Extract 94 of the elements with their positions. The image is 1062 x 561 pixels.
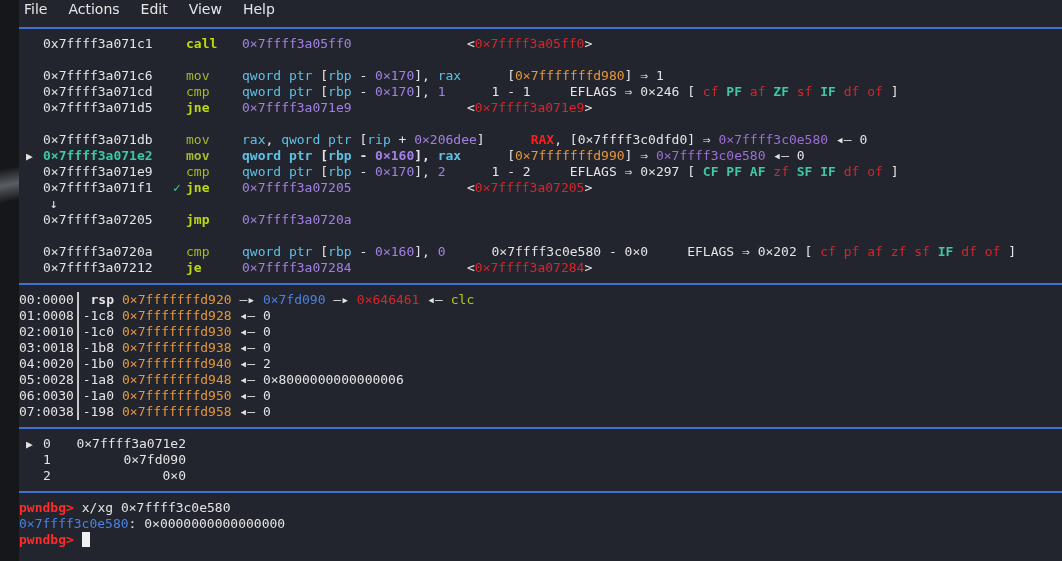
prompt: pwndbg> <box>19 532 74 548</box>
mnemonic: mov <box>186 68 210 83</box>
stack-index: 03:0018 <box>19 340 75 356</box>
mnemonic: cmp <box>186 244 210 259</box>
current-marker: ▶ <box>26 150 33 163</box>
instruction-comment: [0×7fffffffd990] ⇒ 0×7ffff3c0e580 ◂— 0 <box>507 148 805 164</box>
operands: qword ptr [rbp - 0×160], rax <box>242 148 462 163</box>
instruction-address: 0×7ffff3a071e9 <box>43 164 153 179</box>
stack-index: 00:0000 <box>19 292 75 308</box>
stack-value: ◂— 2 <box>238 356 271 372</box>
frame-index: 2 <box>43 468 52 484</box>
instruction-address: 0x7ffff3a071c1 <box>43 36 153 51</box>
stack-offset: -1a0 <box>77 388 114 404</box>
stack-address: 0×7fffffffd950 <box>122 388 232 404</box>
stack-offset: -1b0 <box>77 356 114 372</box>
menu-item[interactable]: Help <box>237 0 283 20</box>
mnemonic: cmp <box>186 164 210 179</box>
instruction-comment: <0×7ffff3a071e9> <box>467 100 593 116</box>
stack-value: —▸ 0×7fd090 —▸ 0×646461 ◂— clc <box>238 292 475 308</box>
stack-value: ◂— 0 <box>238 324 271 340</box>
mnemonic: jne <box>186 100 210 115</box>
stack-index: 06:0030 <box>19 388 75 404</box>
stack-address: 0×7fffffffd938 <box>122 340 232 356</box>
instruction-address: 0×7ffff3a071e2 <box>43 148 153 163</box>
stack-index: 04:0020 <box>19 356 75 372</box>
instruction-address: 0×7ffff3a071db <box>43 132 153 147</box>
instruction-comment: [0×7fffffffd980] ⇒ 1 <box>507 68 664 84</box>
stack-address: 0×7fffffffd930 <box>122 324 232 340</box>
stack-value: ◂— 0×8000000000000006 <box>238 372 404 388</box>
instruction-address: 0×7ffff3a071f1 <box>43 180 153 195</box>
stack-address: 0×7fffffffd928 <box>122 308 232 324</box>
stack-offset: -198 <box>77 404 114 420</box>
operands: 0×7ffff3a071e9 <box>242 100 352 115</box>
stack-value: ◂— 0 <box>238 308 271 324</box>
command-text: x/xg 0×7ffff3c0e580 <box>81 500 231 516</box>
mnemonic: call <box>186 36 218 51</box>
instruction-address: 0×7ffff3a071d5 <box>43 100 153 115</box>
stack-offset: -1c0 <box>77 324 114 340</box>
frame-index: 1 <box>43 452 52 468</box>
instruction-address: 0×7ffff3a0720a <box>43 244 153 259</box>
instruction-comment: 1 - 1 EFLAGS ⇒ 0×246 [ cf PF af ZF sf IF df of ] <box>491 84 899 100</box>
stack-address: 0×7fffffffd958 <box>122 404 232 420</box>
operands: 0×7ffff3a07284 <box>242 260 352 275</box>
operands: 0×7ffff3a05ff0 <box>242 36 352 51</box>
operands: qword ptr [rbp - 0×170], rax <box>242 68 462 83</box>
prompt: pwndbg> <box>19 500 74 516</box>
menu-item[interactable]: File <box>19 0 56 20</box>
stack-value: ◂— 0 <box>238 340 271 356</box>
stack-index: 02:0010 <box>19 324 75 340</box>
instruction-comment: 0×7ffff3c0e580 - 0×0 EFLAGS ⇒ 0×202 [ cf pf af zf sf IF df of ] <box>491 244 1016 260</box>
instruction-comment: <0×7ffff3a05ff0> <box>467 36 593 52</box>
mnemonic: mov <box>186 148 210 163</box>
instruction-comment: RAX, [0×7ffff3c0dfd0] ⇒ 0×7ffff3c0e580 ◂— 0 <box>530 132 868 148</box>
instruction-address: 0×7ffff3a071cd <box>43 84 153 99</box>
stack-address: 0×7fffffffd948 <box>122 372 232 388</box>
frame-index: 0 <box>43 436 52 452</box>
menu-item[interactable]: Actions <box>63 0 128 20</box>
jump-arrow: ↓ <box>49 196 58 212</box>
frame-address: 0×0 <box>162 468 186 483</box>
stack-index: 01:0008 <box>19 308 75 324</box>
stack-offset: -1a8 <box>77 372 114 388</box>
instruction-comment: <0×7ffff3a07284> <box>467 260 593 276</box>
operands: qword ptr [rbp - 0×160], 0 <box>242 244 446 259</box>
stack-index: 07:0038 <box>19 404 75 420</box>
frame-address: 0×7fd090 <box>123 452 186 467</box>
operands: qword ptr [rbp - 0×170], 1 <box>242 84 446 99</box>
branch-taken-icon: ✓ <box>173 180 181 195</box>
stack-value: ◂— 0 <box>238 404 271 420</box>
operands: 0×7ffff3a07205 <box>242 180 352 195</box>
stack-address: 0×7fffffffd940 <box>122 356 232 372</box>
frame-marker: ▶ <box>26 438 33 451</box>
mnemonic: mov <box>186 132 210 147</box>
mnemonic: je <box>186 260 202 275</box>
instruction-address: 0×7ffff3a07212 <box>43 260 153 275</box>
stack-address: 0×7fffffffd920 <box>122 292 232 308</box>
operands: qword ptr [rbp - 0×170], 2 <box>242 164 446 179</box>
mnemonic: jne <box>186 180 210 195</box>
instruction-address: 0×7ffff3a07205 <box>43 212 153 227</box>
stack-value: ◂— 0 <box>238 388 271 404</box>
frame-address: 0×7ffff3a071e2 <box>76 436 186 451</box>
operands: 0×7ffff3a0720a <box>242 212 352 227</box>
stack-offset: -1c8 <box>77 308 114 324</box>
menu-item[interactable]: Edit <box>135 0 176 20</box>
instruction-comment: <0×7ffff3a07205> <box>467 180 593 196</box>
stack-offset: -1b8 <box>77 340 114 356</box>
mnemonic: cmp <box>186 84 210 99</box>
mnemonic: jmp <box>186 212 210 227</box>
stack-offset: rsp <box>77 292 114 308</box>
command-output: 0×7ffff3c0e580: 0×0000000000000000 <box>19 516 286 532</box>
operands: rax, qword ptr [rip + 0×206dee] <box>242 132 485 147</box>
menu-item[interactable]: View <box>183 0 230 20</box>
instruction-address: 0×7ffff3a071c6 <box>43 68 153 83</box>
stack-index: 05:0028 <box>19 372 75 388</box>
instruction-comment: 1 - 2 EFLAGS ⇒ 0×297 [ CF PF AF zf SF IF df of ] <box>491 164 899 180</box>
